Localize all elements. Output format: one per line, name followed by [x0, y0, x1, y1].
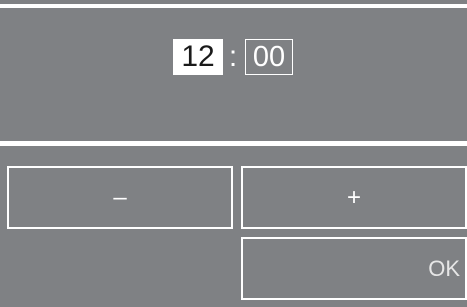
top-divider — [0, 4, 467, 8]
decrement-label: – — [113, 183, 127, 211]
minutes-field[interactable]: 00 — [245, 39, 293, 75]
increment-label: + — [346, 183, 361, 211]
time-display: 12 : 00 — [0, 38, 467, 78]
ok-button[interactable]: OK — [241, 237, 467, 300]
ok-label: OK — [428, 255, 460, 281]
decrement-button[interactable]: – — [7, 166, 233, 229]
middle-divider — [0, 141, 467, 146]
hours-field[interactable]: 12 — [173, 39, 223, 75]
increment-button[interactable]: + — [241, 166, 467, 229]
time-separator: : — [228, 40, 238, 73]
